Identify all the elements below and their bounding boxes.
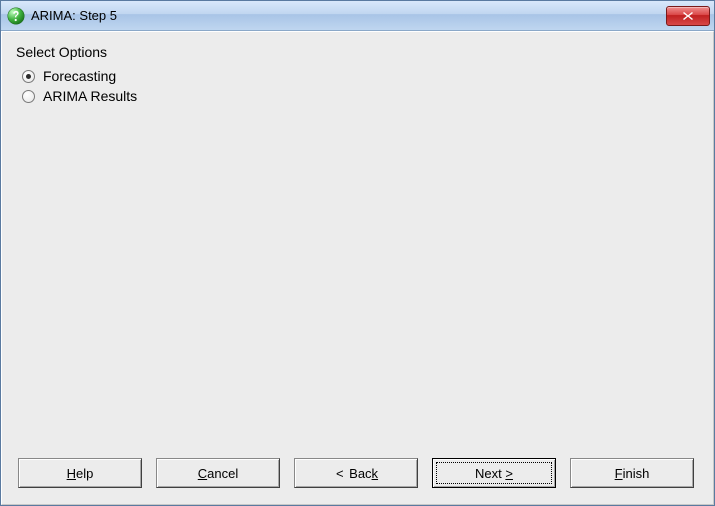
dialog-window: ARIMA: Step 5 Select Options Forecasting… bbox=[0, 0, 715, 506]
back-button[interactable]: < Back bbox=[294, 458, 418, 488]
radio-indicator bbox=[22, 70, 35, 83]
button-row: Help Cancel < Back Next > Finish bbox=[16, 452, 699, 494]
window-title: ARIMA: Step 5 bbox=[31, 8, 666, 23]
content-area: Select Options Forecasting ARIMA Results bbox=[16, 44, 699, 452]
options-heading: Select Options bbox=[16, 44, 699, 60]
next-button[interactable]: Next > bbox=[432, 458, 556, 488]
help-icon bbox=[7, 7, 25, 25]
radio-label: ARIMA Results bbox=[43, 88, 137, 104]
radio-label: Forecasting bbox=[43, 68, 116, 84]
close-button[interactable] bbox=[666, 6, 710, 26]
client-area: Select Options Forecasting ARIMA Results… bbox=[1, 31, 714, 505]
help-button[interactable]: Help bbox=[18, 458, 142, 488]
close-icon bbox=[682, 11, 694, 21]
radio-forecasting[interactable]: Forecasting bbox=[22, 68, 699, 84]
cancel-button[interactable]: Cancel bbox=[156, 458, 280, 488]
radio-arima-results[interactable]: ARIMA Results bbox=[22, 88, 699, 104]
titlebar: ARIMA: Step 5 bbox=[1, 1, 714, 31]
radio-indicator bbox=[22, 90, 35, 103]
finish-button[interactable]: Finish bbox=[570, 458, 694, 488]
